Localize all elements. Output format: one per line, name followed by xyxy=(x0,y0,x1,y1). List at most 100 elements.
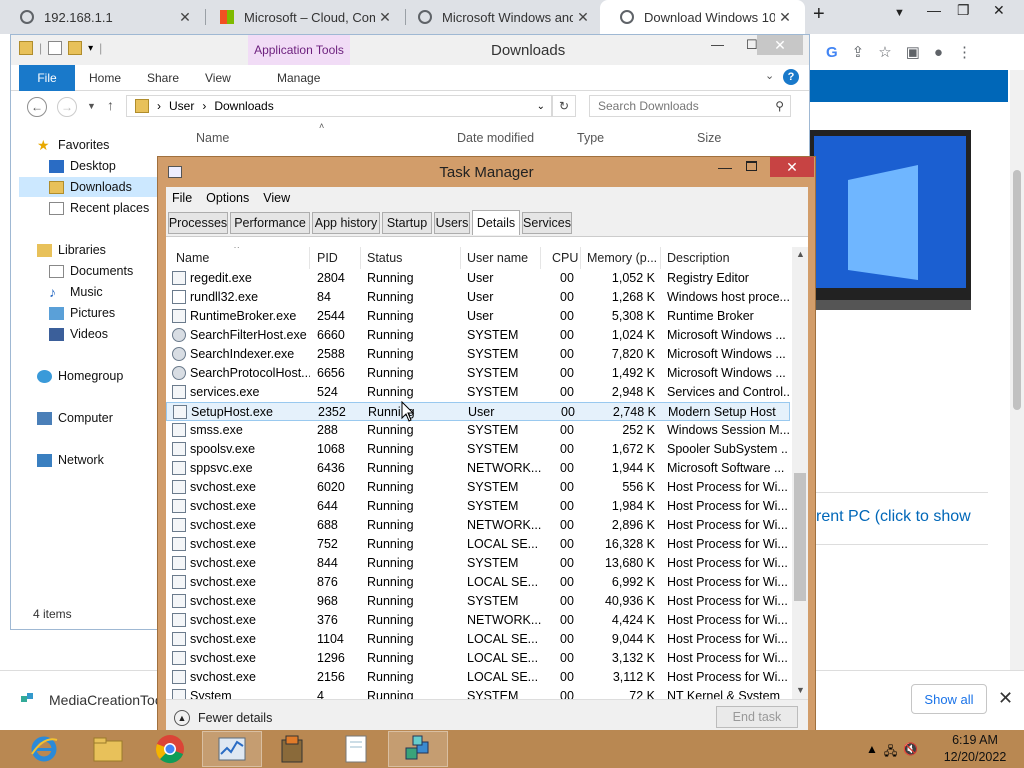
browser-tab[interactable]: Microsoft Windows and / ✕ xyxy=(398,0,603,34)
browser-tab-active[interactable]: Download Windows 10 ✕ xyxy=(600,0,805,34)
chevron-down-icon[interactable]: ▼ xyxy=(894,7,905,19)
scroll-down-icon[interactable]: ▼ xyxy=(796,685,805,695)
google-icon[interactable]: G xyxy=(826,44,838,61)
table-row[interactable]: svchost.exe 644 Running SYSTEM 00 1,984 K Host… xyxy=(166,497,790,516)
table-row[interactable]: svchost.exe 1296 Running LOCAL SE... 00 3,132… xyxy=(166,649,790,668)
forward-arrow-icon[interactable]: → xyxy=(57,97,77,117)
minimize-icon[interactable]: — xyxy=(718,159,732,175)
minimize-icon[interactable]: — xyxy=(711,37,724,53)
maximize-icon[interactable] xyxy=(746,161,757,171)
table-row[interactable]: rundll32.exe 84 Running User 00 1,268 K Window… xyxy=(166,288,790,307)
table-row[interactable]: svchost.exe 752 Running LOCAL SE... 00 16,328… xyxy=(166,535,790,554)
column-header-size[interactable]: Size xyxy=(697,131,721,145)
customize-dropdown-icon[interactable]: ▾ xyxy=(88,43,93,54)
clock[interactable]: 6:19 AM 12/20/2022 xyxy=(940,732,1010,766)
table-row[interactable]: System 4 Running SYSTEM 00 72 K NT Kernel & Sy… xyxy=(166,687,790,699)
ribbon-tab-home[interactable]: Home xyxy=(89,71,121,85)
back-arrow-icon[interactable]: ← xyxy=(27,97,47,117)
tab-users[interactable]: Users xyxy=(434,212,470,234)
tab-details[interactable]: Details xyxy=(472,210,520,235)
column-header-type[interactable]: Type xyxy=(577,131,604,145)
column-header-pid[interactable]: PID xyxy=(311,247,361,269)
scrollbar-thumb[interactable] xyxy=(1013,170,1021,410)
tab-services[interactable]: Services xyxy=(522,212,572,234)
volume-muted-icon[interactable]: 🔇 xyxy=(903,742,918,763)
internet-explorer-icon[interactable] xyxy=(14,731,74,767)
column-header-cpu[interactable]: CPU xyxy=(546,247,581,269)
side-panel-icon[interactable]: ▣ xyxy=(906,43,920,61)
ribbon-tab-file[interactable]: File xyxy=(19,65,75,91)
table-row[interactable]: svchost.exe 2156 Running LOCAL SE... 00 3,112… xyxy=(166,668,790,687)
up-arrow-icon[interactable]: ↑ xyxy=(107,97,114,113)
column-header-memory[interactable]: Memory (p... xyxy=(581,247,661,269)
browser-scrollbar[interactable] xyxy=(1010,70,1024,670)
recent-locations-dropdown-icon[interactable]: ▼ xyxy=(87,101,96,111)
table-row[interactable]: svchost.exe 688 Running NETWORK... 00 2,896 K… xyxy=(166,516,790,535)
close-icon[interactable]: ✕ xyxy=(993,2,1005,19)
column-header-description[interactable]: Description xyxy=(661,247,787,269)
refresh-icon[interactable]: ↻ xyxy=(552,95,576,117)
column-header-status[interactable]: Status xyxy=(361,247,461,269)
new-folder-icon[interactable] xyxy=(68,41,83,55)
network-icon[interactable]: 🖧 xyxy=(884,742,897,763)
table-row[interactable]: regedit.exe 2804 Running User 00 1,052 K Regis… xyxy=(166,269,790,288)
table-row[interactable]: SearchProtocolHost.... 6656 Running SYSTEM 0… xyxy=(166,364,790,383)
nav-item-favorites[interactable]: ★ Favorites xyxy=(37,135,185,155)
file-explorer-icon[interactable] xyxy=(78,731,138,767)
nav-item-downloads[interactable]: Downloads xyxy=(19,177,167,197)
download-filename[interactable]: MediaCreationToo xyxy=(49,692,163,708)
tab-startup[interactable]: Startup xyxy=(382,212,432,234)
table-row[interactable]: svchost.exe 376 Running NETWORK... 00 4,424 K… xyxy=(166,611,790,630)
scroll-up-icon[interactable]: ▲ xyxy=(796,249,805,259)
table-row[interactable]: svchost.exe 844 Running SYSTEM 00 13,680 K Hos… xyxy=(166,554,790,573)
properties-icon[interactable] xyxy=(48,41,63,55)
task-manager-title-bar[interactable]: Task Manager — ✕ xyxy=(158,157,815,187)
ribbon-tab-share[interactable]: Share xyxy=(147,71,179,85)
maximize-icon[interactable]: ☐ xyxy=(746,37,758,53)
table-row[interactable]: SearchFilterHost.exe 6660 Running SYSTEM 00 1… xyxy=(166,326,790,345)
browser-tab[interactable]: Microsoft – Cloud, Comp ✕ xyxy=(200,0,405,34)
profile-icon[interactable]: ● xyxy=(934,44,943,61)
fewer-details-button[interactable]: ▲ Fewer details xyxy=(174,710,272,726)
close-icon[interactable]: ✕ xyxy=(775,9,795,26)
setup-icon[interactable] xyxy=(262,731,322,767)
chrome-icon[interactable] xyxy=(140,731,200,767)
table-row[interactable]: svchost.exe 6020 Running SYSTEM 00 556 K Host … xyxy=(166,478,790,497)
table-row[interactable]: RuntimeBroker.exe 2544 Running User 00 5,308 … xyxy=(166,307,790,326)
column-header-date[interactable]: Date modified xyxy=(457,131,534,145)
breadcrumb-user[interactable]: User xyxy=(169,99,194,113)
table-row[interactable]: svchost.exe 876 Running LOCAL SE... 00 6,992 … xyxy=(166,573,790,592)
menu-file[interactable]: File xyxy=(172,191,192,205)
help-icon[interactable]: ? xyxy=(783,69,799,85)
table-row[interactable]: SetupHost.exe 2352 Running User 00 2,748 K Mod… xyxy=(166,402,790,421)
table-row[interactable]: svchost.exe 968 Running SYSTEM 00 40,936 K Hos… xyxy=(166,592,790,611)
setup-cubes-icon[interactable] xyxy=(388,731,448,767)
close-button[interactable]: ✕ xyxy=(757,35,803,55)
table-row[interactable]: spoolsv.exe 1068 Running SYSTEM 00 1,672 K Spo… xyxy=(166,440,790,459)
ribbon-tab-manage[interactable]: Manage xyxy=(277,71,320,85)
column-header-user-name[interactable]: User name xyxy=(461,247,541,269)
close-icon[interactable]: ✕ xyxy=(375,9,395,26)
minimize-icon[interactable]: — xyxy=(927,2,941,18)
close-icon[interactable]: ✕ xyxy=(175,9,195,26)
show-all-button[interactable]: Show all xyxy=(911,684,987,714)
menu-view[interactable]: View xyxy=(263,191,290,205)
table-row[interactable]: svchost.exe 1104 Running LOCAL SE... 00 9,044… xyxy=(166,630,790,649)
menu-dots-icon[interactable]: ⋮ xyxy=(957,43,972,61)
table-row[interactable]: sppsvc.exe 6436 Running NETWORK... 00 1,944 K… xyxy=(166,459,790,478)
notepad-icon[interactable] xyxy=(326,731,386,767)
column-header-name[interactable]: Name xyxy=(170,247,310,269)
ribbon-tab-view[interactable]: View xyxy=(205,71,231,85)
table-scrollbar[interactable]: ▲ ▼ xyxy=(792,247,808,699)
close-icon[interactable]: ✕ xyxy=(573,9,593,26)
share-icon[interactable]: ⇪ xyxy=(852,43,865,61)
tab-app-history[interactable]: App history xyxy=(312,212,380,234)
tab-processes[interactable]: Processes xyxy=(168,212,228,234)
menu-options[interactable]: Options xyxy=(206,191,249,205)
chevron-down-icon[interactable]: ⌄ xyxy=(765,69,774,82)
chevron-down-icon[interactable]: ⌄ xyxy=(537,101,545,112)
table-row[interactable]: services.exe 524 Running SYSTEM 00 2,948 K Ser… xyxy=(166,383,790,402)
close-button[interactable]: ✕ xyxy=(770,157,814,177)
tab-performance[interactable]: Performance xyxy=(230,212,310,234)
column-header-name[interactable]: Name xyxy=(196,131,229,145)
